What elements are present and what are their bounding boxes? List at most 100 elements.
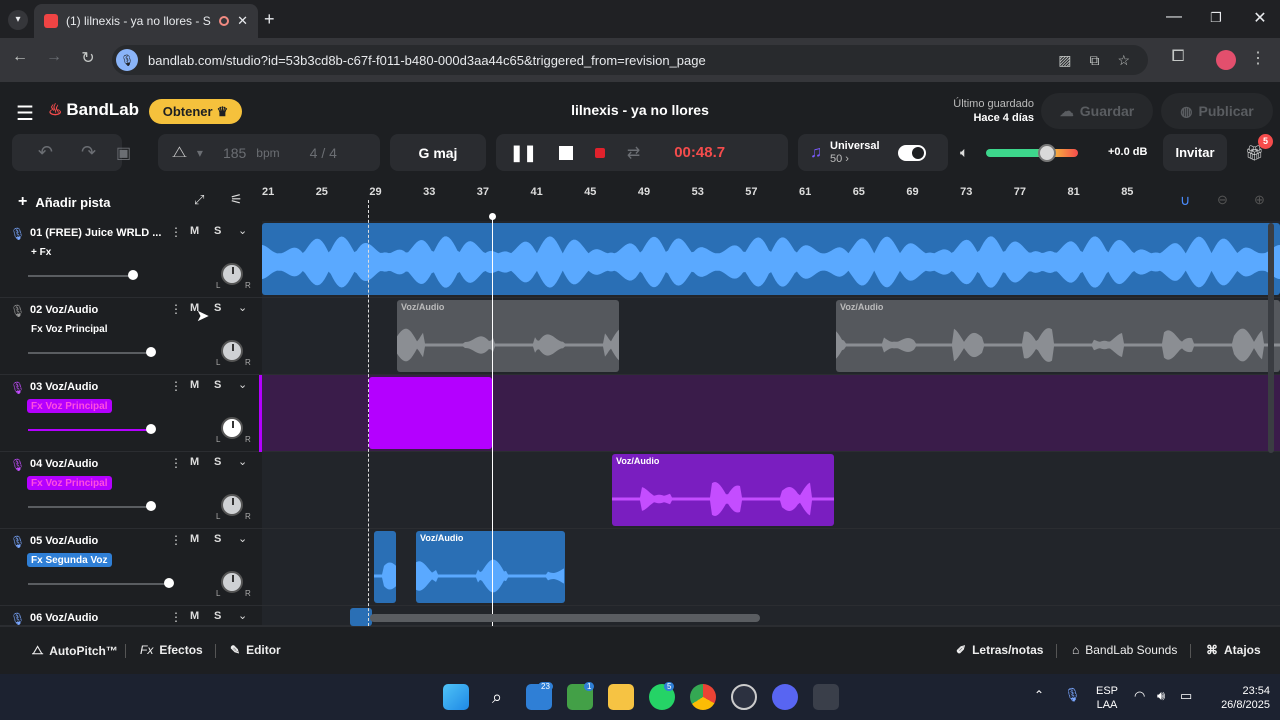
autopitch-button[interactable]: ⧍ AutoPitch™	[32, 643, 118, 658]
chevron-down-icon[interactable]: ⌄	[238, 609, 247, 622]
obtener-button[interactable]: Obtener ♛	[149, 99, 242, 124]
solo-button[interactable]: S	[214, 302, 221, 314]
zoom-out-icon[interactable]: ⊖	[1217, 192, 1228, 208]
track-name[interactable]: 01 (FREE) Juice WRLD ...	[30, 227, 161, 239]
track-header[interactable]: 🎙︎ 04 Voz/Audio ⋮ M S ⌄ Fx Voz Principal L R	[0, 452, 262, 529]
vertical-scrollbar[interactable]	[1268, 223, 1274, 453]
file-explorer-icon[interactable]	[608, 684, 634, 710]
hamburger-menu-icon[interactable]: ☰	[16, 101, 34, 126]
pan-knob[interactable]	[221, 417, 243, 439]
track-lane-1[interactable]	[262, 221, 1280, 298]
track-volume-slider[interactable]	[28, 429, 154, 431]
track-fx-badge[interactable]: Fx Voz Principal	[27, 476, 112, 490]
track-volume-slider[interactable]	[28, 275, 136, 277]
bandlab-logo[interactable]: ♨ BandLab	[48, 100, 139, 120]
pan-knob[interactable]	[221, 571, 243, 593]
speaker-icon[interactable]: 🔈︎	[960, 144, 968, 161]
time-signature[interactable]: 4 / 4	[310, 145, 337, 161]
chrome-icon[interactable]	[690, 684, 716, 710]
tab-close-icon[interactable]: ✕	[237, 13, 248, 29]
back-icon[interactable]: ←	[8, 48, 32, 66]
volume-knob[interactable]	[146, 424, 156, 434]
language-indicator[interactable]: ESP LAA	[1092, 684, 1122, 712]
track-menu-icon[interactable]: ⋮	[170, 225, 182, 239]
pan-knob[interactable]	[221, 340, 243, 362]
mute-button[interactable]: M	[190, 379, 199, 391]
forward-icon[interactable]: →	[42, 48, 66, 66]
new-tab-icon[interactable]: +	[264, 9, 275, 30]
track-name[interactable]: 04 Voz/Audio	[30, 458, 98, 470]
translate-icon[interactable]: ▨	[1058, 52, 1071, 69]
clock[interactable]: 23:54 26/8/2025	[1204, 684, 1270, 712]
metronome-icon[interactable]: ⧍	[172, 144, 187, 162]
track-menu-icon[interactable]: ⋮	[170, 533, 182, 547]
track-fx-badge[interactable]: Fx Voz Principal	[27, 322, 112, 336]
omnibox[interactable]: 🎙 bandlab.com/studio?id=53b3cd8b-c67f-f0…	[112, 45, 1148, 75]
track-menu-icon[interactable]: ⋮	[170, 610, 182, 624]
solo-button[interactable]: S	[214, 379, 221, 391]
universal-toggle[interactable]	[897, 144, 926, 161]
audio-clip[interactable]: Voz/Audio	[416, 531, 565, 603]
track-volume-slider[interactable]	[28, 583, 172, 585]
taskbar-search-icon[interactable]: ⌕	[484, 684, 510, 710]
master-volume-slider[interactable]	[986, 144, 1078, 162]
track-name[interactable]: 03 Voz/Audio	[30, 381, 98, 393]
chevron-down-icon[interactable]: ⌄	[238, 455, 247, 468]
track-header[interactable]: 🎙︎ 02 Voz/Audio ⋮ M S ⌄ Fx Voz Principal L R	[0, 298, 262, 375]
track-header[interactable]: 🎙︎ 05 Voz/Audio ⋮ M S ⌄ Fx Segunda Voz L R	[0, 529, 262, 606]
battery-icon[interactable]: ▭	[1180, 688, 1192, 704]
horizontal-scrollbar[interactable]	[370, 614, 760, 622]
pause-icon[interactable]: ❚❚	[510, 143, 537, 163]
cast-icon[interactable]: ⧉	[1089, 52, 1099, 69]
volume-tray-icon[interactable]: 🔊︎	[1157, 688, 1165, 704]
effects-button[interactable]: Fx Efectos	[140, 643, 203, 657]
track-volume-slider[interactable]	[28, 506, 154, 508]
chevron-down-icon[interactable]: ⌄	[238, 532, 247, 545]
track-menu-icon[interactable]: ⋮	[170, 456, 182, 470]
volume-knob[interactable]	[146, 501, 156, 511]
mute-button[interactable]: M	[190, 533, 199, 545]
solo-button[interactable]: S	[214, 533, 221, 545]
chevron-down-icon[interactable]: ⌄	[238, 301, 247, 314]
shortcuts-button[interactable]: ⌘ Atajos	[1206, 643, 1261, 657]
track-fx-badge[interactable]: Fx Voz Principal	[27, 399, 112, 413]
track-fx-badge[interactable]: + Fx	[27, 245, 55, 259]
bandlab-sounds-button[interactable]: ⌂ BandLab Sounds	[1072, 643, 1177, 657]
audio-clip[interactable]	[262, 223, 1280, 295]
audio-clip[interactable]	[374, 531, 396, 603]
playhead[interactable]	[492, 216, 493, 626]
chevron-down-icon[interactable]: ⌄	[238, 378, 247, 391]
bookmark-star-icon[interactable]: ☆	[1117, 52, 1130, 69]
tray-chevron-icon[interactable]: ⌃	[1034, 688, 1044, 702]
track-menu-icon[interactable]: ⋮	[170, 302, 182, 316]
lyrics-button[interactable]: ✐ Letras/notas	[956, 643, 1043, 657]
undo-icon[interactable]: ↶	[38, 142, 53, 163]
key-button[interactable]: G maj	[390, 134, 486, 171]
redo-icon[interactable]: ↷	[81, 142, 96, 163]
volume-knob[interactable]	[128, 270, 138, 280]
add-track-button[interactable]: + Añadir pista	[10, 188, 190, 216]
minimize-icon[interactable]: —	[1154, 8, 1194, 26]
stop-icon[interactable]	[558, 145, 573, 160]
bpm-value[interactable]: 185	[223, 145, 246, 161]
universal-value[interactable]: 50	[830, 153, 842, 165]
song-title[interactable]: lilnexis - ya no llores	[500, 102, 780, 118]
audio-clip[interactable]: Voz/Audio	[836, 300, 1280, 372]
volume-knob[interactable]	[146, 347, 156, 357]
track-lane-5[interactable]: Voz/Audio	[262, 529, 1280, 606]
extensions-icon[interactable]: ⧠	[1166, 48, 1190, 66]
track-volume-slider[interactable]	[28, 352, 154, 354]
track-header[interactable]: 🎙︎ 03 Voz/Audio ⋮ M S ⌄ Fx Voz Principal L R	[0, 375, 262, 452]
editor-button[interactable]: ✎ Editor	[230, 643, 281, 657]
playhead-handle[interactable]	[489, 213, 496, 220]
mixer-icon[interactable]: ⚟	[230, 191, 243, 208]
automation-icon[interactable]: ⤢	[194, 192, 204, 208]
mute-button[interactable]: M	[190, 225, 199, 237]
track-header[interactable]: 🎙︎ 06 Voz/Audio ⋮ M S ⌄	[0, 606, 262, 626]
pan-knob[interactable]	[221, 263, 243, 285]
track-fx-badge[interactable]: Fx Segunda Voz	[27, 553, 112, 567]
terminal-icon[interactable]	[813, 684, 839, 710]
track-name[interactable]: 06 Voz/Audio	[30, 612, 98, 624]
audio-clip[interactable]: Voz/Audio	[612, 454, 834, 526]
invite-button[interactable]: Invitar	[1163, 134, 1227, 171]
